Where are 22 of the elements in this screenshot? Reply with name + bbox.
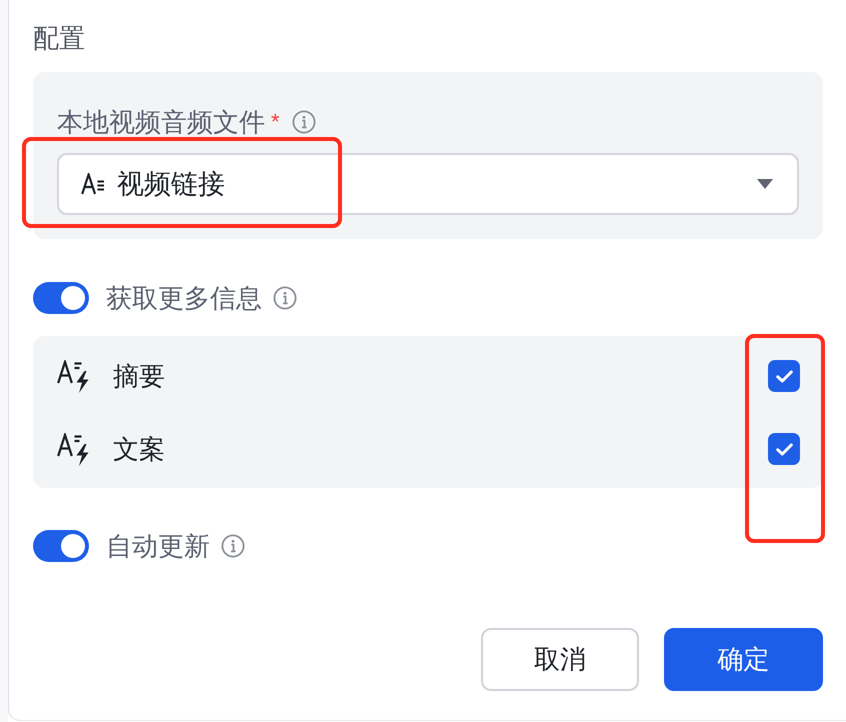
field-label: 本地视频音频文件 [57,106,265,139]
option-label: 文案 [113,433,166,466]
required-mark: * [271,108,280,136]
caret-icon [757,179,773,189]
select-value: 视频链接 [117,168,226,201]
select-field[interactable]: 视频链接 [57,153,799,215]
info-icon [273,286,297,310]
checkmark-icon [776,370,792,382]
toggle-label: 获取更多信息 [106,282,262,315]
info-icon [221,534,245,558]
option-label: 摘要 [113,360,166,393]
checkmark-icon [776,442,792,456]
checkbox[interactable] [768,360,800,392]
confirm-button[interactable]: 确定 [664,628,823,691]
toggle-switch[interactable] [33,282,89,314]
checkbox[interactable] [768,433,800,465]
text-icon [81,173,105,195]
section-title: 配置 [33,22,86,55]
info-icon [292,110,316,134]
toggle-label: 自动更新 [106,530,210,563]
cancel-button[interactable]: 取消 [481,628,639,691]
toggle-switch[interactable] [33,530,89,562]
